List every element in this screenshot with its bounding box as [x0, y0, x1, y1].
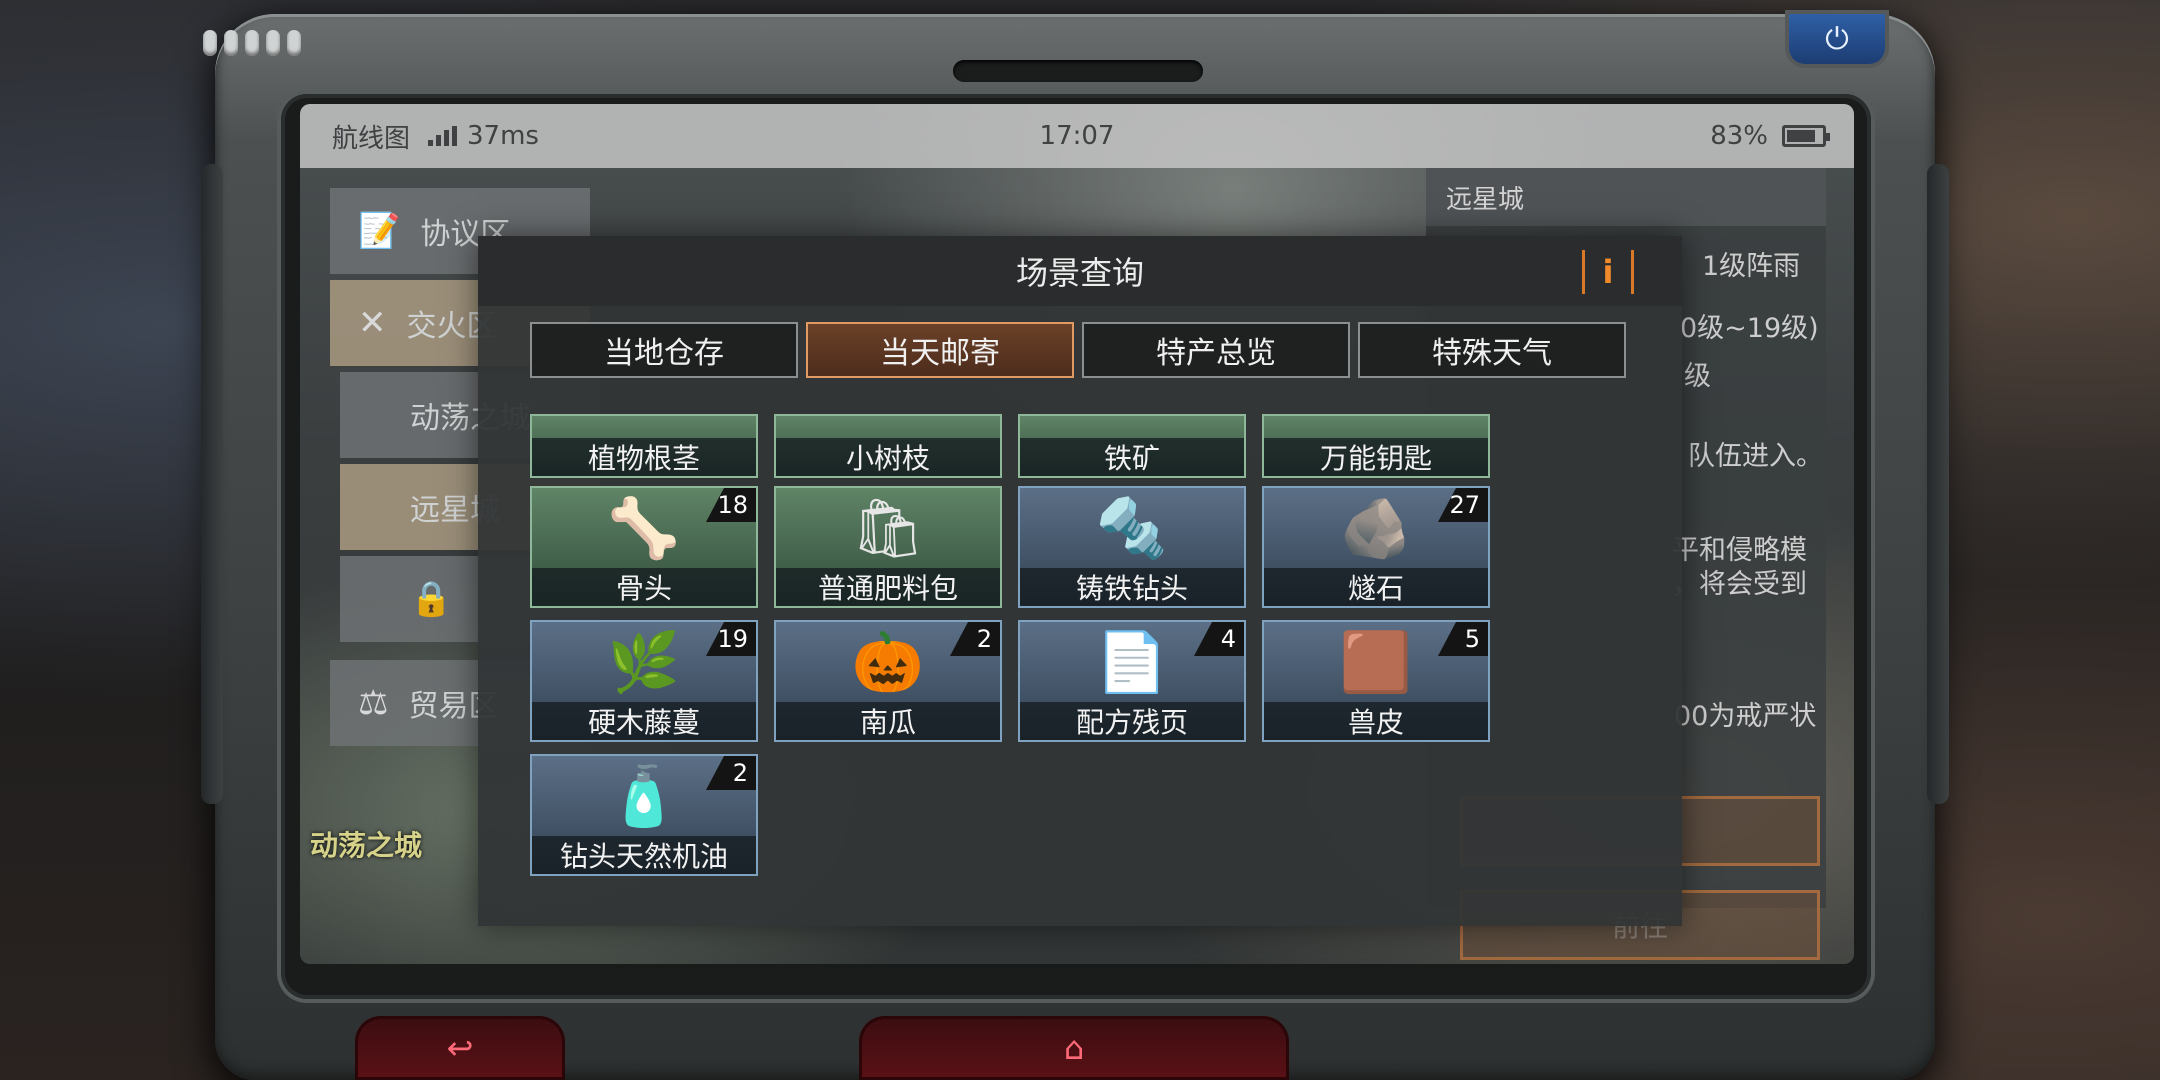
gavel-icon: ⚖	[358, 683, 389, 723]
battery-percent: 83%	[1710, 121, 1768, 151]
dialog-header: 场景查询 i	[478, 236, 1682, 306]
tab-local-storage[interactable]: 当地仓存	[530, 322, 798, 378]
item-slot[interactable]: 🦴 18 骨头	[530, 486, 758, 608]
drill-bit-icon: 🔩	[1095, 493, 1169, 562]
crossed-rifles-icon: ✕	[358, 303, 387, 343]
level-range-text: 0级~19级)	[1680, 313, 1819, 344]
info-button[interactable]: i	[1582, 250, 1634, 294]
speaker-grille	[203, 30, 301, 56]
tab-bar: 当地仓存 当天邮寄 特产总览 特殊天气	[530, 322, 1626, 378]
info-line-3: 级	[1684, 361, 1711, 392]
tab-specialty-overview[interactable]: 特产总览	[1082, 322, 1350, 378]
item-name: 小树枝	[776, 438, 1000, 476]
item-name: 配方残页	[1020, 702, 1244, 740]
item-name: 骨头	[532, 568, 756, 606]
item-name: 万能钥匙	[1264, 438, 1488, 476]
item-slot[interactable]: 🌿 19 硬木藤蔓	[530, 620, 758, 742]
info-icon: i	[1602, 253, 1614, 291]
document-icon: 📝	[358, 211, 401, 251]
item-slot[interactable]: 🌿小树枝	[774, 414, 1002, 478]
fertilizer-bag-icon: 🛍	[851, 493, 925, 562]
item-slot[interactable]: 🛍 普通肥料包	[774, 486, 1002, 608]
back-icon: ↩	[446, 1029, 474, 1067]
info-line-4: 队伍进入。	[1688, 441, 1823, 472]
map-city-label: 动荡之城	[310, 829, 423, 862]
tab-special-weather[interactable]: 特殊天气	[1358, 322, 1626, 378]
weather-text: 1级阵雨	[1702, 251, 1801, 282]
status-bar: 航线图 37ms 17:07 83%	[300, 104, 1854, 168]
item-grid: 🌿植物根茎🌿小树枝🪨铁矿🔑万能钥匙 🦴18骨头 🛍 普通肥料包 🔩 铸铁钻头 🪨27燧石 🌿1…	[530, 414, 1530, 914]
item-slot[interactable]: 🪨铁矿	[1018, 414, 1246, 478]
item-name: 南瓜	[776, 702, 1000, 740]
tab-daily-mail[interactable]: 当天邮寄	[806, 322, 1074, 378]
scene-query-dialog: 场景查询 i 当地仓存 当天邮寄 特产总览 特殊天气 🌿植物根茎🌿小树枝🪨铁矿🔑…	[478, 236, 1682, 926]
item-name: 普通肥料包	[776, 568, 1000, 606]
item-name: 燧石	[1264, 568, 1488, 606]
info-line-6: ，将会受到	[1672, 569, 1807, 600]
power-icon[interactable]: ⏻	[1789, 14, 1885, 64]
item-slot[interactable]: 🪨 27 燧石	[1262, 486, 1490, 608]
item-slot[interactable]: 🎃 2 南瓜	[774, 620, 1002, 742]
item-slot[interactable]: 📄 4 配方残页	[1018, 620, 1246, 742]
item-name: 植物根茎	[532, 438, 756, 476]
item-slot[interactable]: 🧴 2 钻头天然机油	[530, 754, 758, 876]
top-slot	[953, 60, 1203, 82]
item-name: 钻头天然机油	[532, 836, 756, 874]
item-name: 铸铁钻头	[1020, 568, 1244, 606]
item-slot[interactable]: 🔩 铸铁钻头	[1018, 486, 1246, 608]
item-slot[interactable]: 🌿植物根茎	[530, 414, 758, 478]
lock-icon: 🔒	[410, 579, 453, 619]
item-slot[interactable]: 🟫 5 兽皮	[1262, 620, 1490, 742]
home-icon: ⌂	[1063, 1029, 1085, 1067]
item-name: 兽皮	[1264, 702, 1488, 740]
home-button[interactable]: ⌂	[859, 1016, 1289, 1080]
dialog-title: 场景查询	[1015, 254, 1144, 292]
item-slot[interactable]: 🔑万能钥匙	[1262, 414, 1490, 478]
right-rail	[1927, 164, 1949, 804]
info-line-7: 00为戒严状	[1674, 701, 1817, 732]
item-name: 铁矿	[1020, 438, 1244, 476]
city-title: 远星城	[1426, 168, 1826, 226]
clock: 17:07	[1039, 121, 1115, 151]
battery-icon	[1782, 125, 1830, 147]
item-name: 硬木藤蔓	[532, 702, 756, 740]
back-button[interactable]: ↩	[355, 1016, 565, 1080]
left-rail	[201, 164, 223, 804]
